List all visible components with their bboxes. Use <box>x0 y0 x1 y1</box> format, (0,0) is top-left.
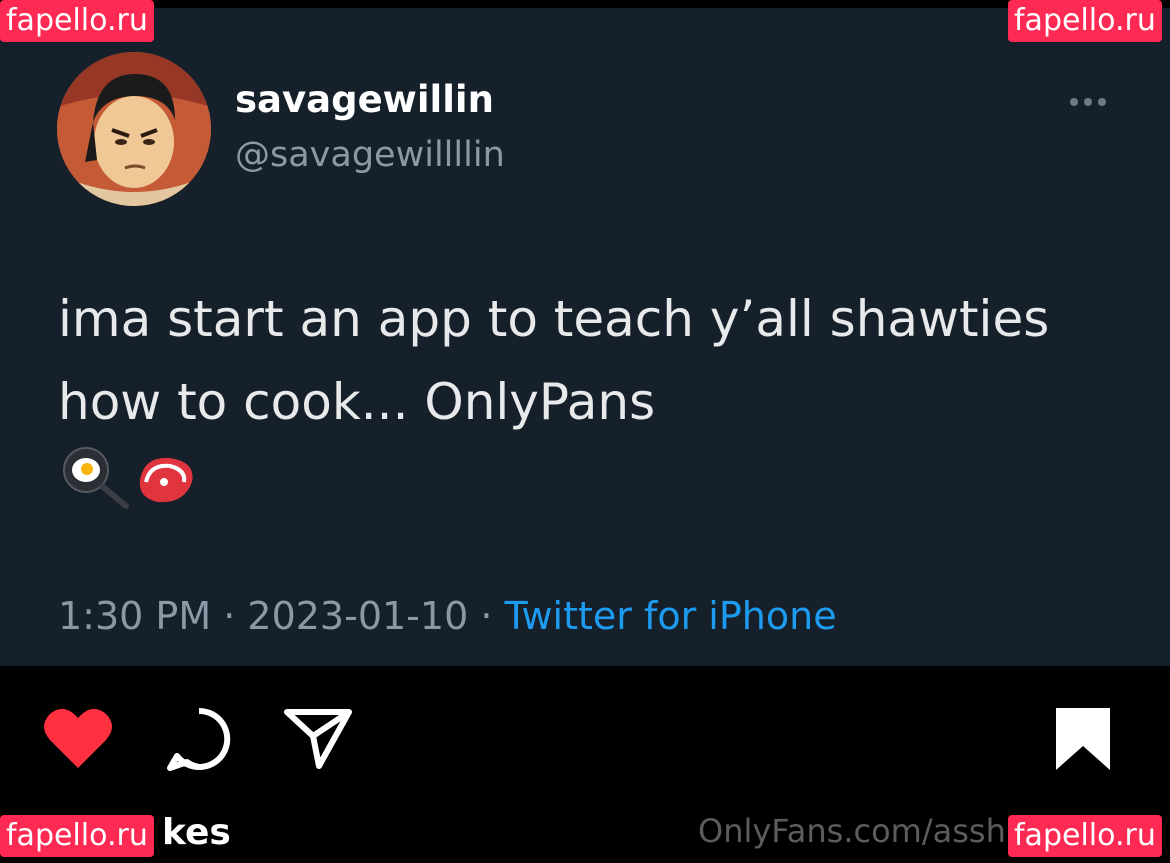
avatar-illustration <box>57 52 211 206</box>
separator: · <box>480 594 493 638</box>
watermark: fapello.ru <box>1008 0 1162 42</box>
tweet-text: ima start an app to teach y’all shawties… <box>58 290 1050 431</box>
display-name[interactable]: savagewillin <box>235 78 494 121</box>
tweet-date[interactable]: 2023-01-10 <box>247 594 468 638</box>
tweet-source-link[interactable]: Twitter for iPhone <box>505 594 837 638</box>
watermark: fapello.ru <box>0 815 154 857</box>
more-options-icon[interactable] <box>1066 88 1110 114</box>
separator: · <box>223 594 236 638</box>
credit-text: OnlyFans.com/asshl <box>698 812 1015 850</box>
tweet-time[interactable]: 1:30 PM <box>58 594 211 638</box>
avatar[interactable] <box>57 52 211 206</box>
user-handle[interactable]: @savagewillllin <box>235 135 505 175</box>
watermark: fapello.ru <box>0 0 154 42</box>
bookmark-icon[interactable] <box>1056 708 1110 774</box>
tweet-meta: 1:30 PM · 2023-01-10 · Twitter for iPhon… <box>58 594 837 638</box>
like-icon[interactable] <box>42 706 114 774</box>
watermark: fapello.ru <box>1008 815 1162 857</box>
comment-icon[interactable] <box>165 706 233 776</box>
cut-of-meat-icon <box>139 457 193 503</box>
likes-text: kes <box>162 812 231 853</box>
frying-pan-egg-icon <box>63 447 193 509</box>
emoji-row <box>60 446 200 510</box>
send-icon[interactable] <box>283 708 353 774</box>
tweet-card: savagewillin @savagewillllin ima start a… <box>0 8 1170 666</box>
